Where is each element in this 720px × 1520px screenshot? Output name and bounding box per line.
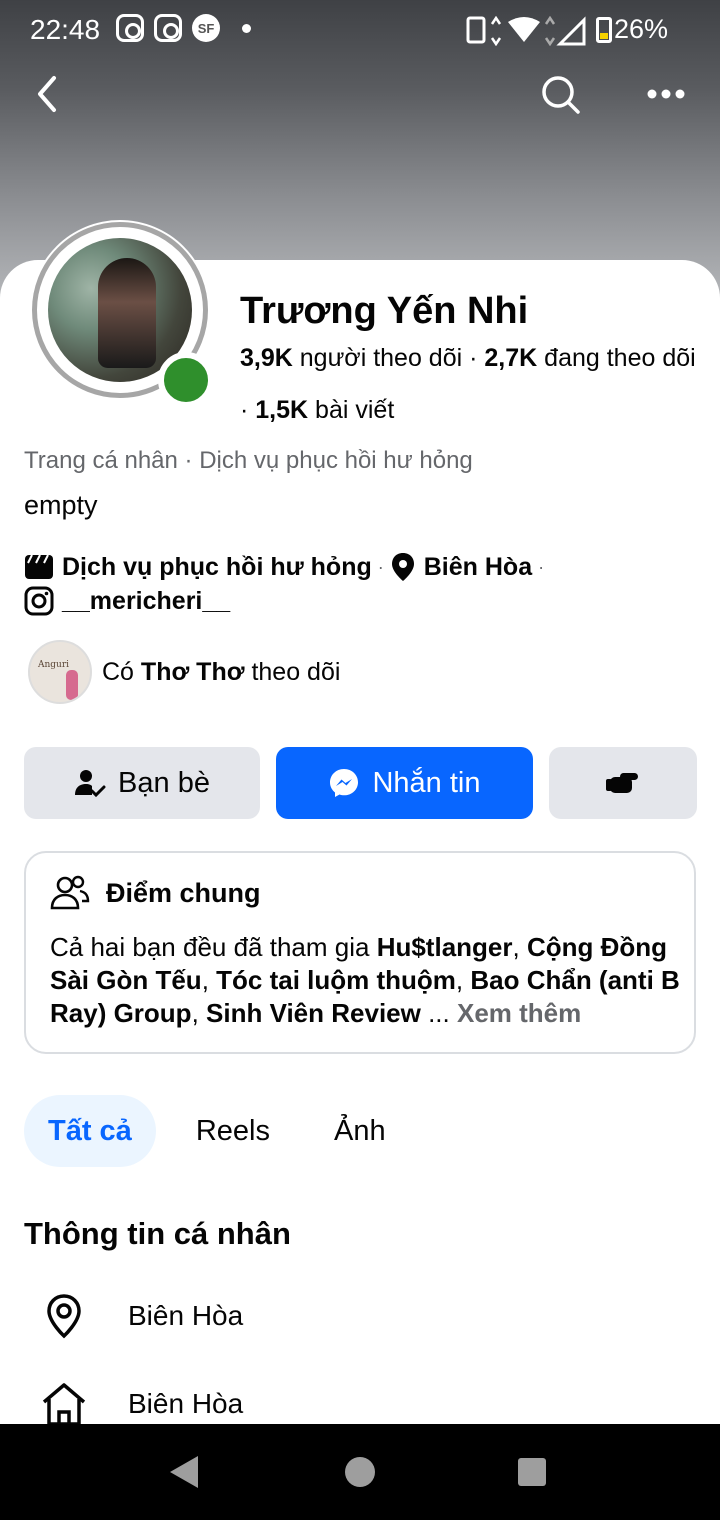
group-link[interactable]: Hu$tlanger — [377, 932, 513, 962]
following-label[interactable]: đang theo dõi — [544, 344, 696, 372]
followers-label[interactable]: người theo dõi — [300, 344, 462, 372]
friends-button[interactable]: Bạn bè — [24, 747, 260, 819]
instagram-row: __mericheri__ — [24, 586, 230, 616]
more-notifications-icon — [242, 23, 251, 33]
info-row-location: Biên Hòa — [40, 1292, 243, 1340]
info-hometown-text: Biên Hòa — [128, 1388, 244, 1419]
profile-bio: empty — [24, 490, 98, 520]
clapperboard-icon — [25, 554, 53, 579]
system-recents-icon[interactable] — [518, 1458, 546, 1486]
group-link[interactable]: Tóc tai luộm thuộm — [216, 965, 456, 995]
friend-check-icon — [75, 770, 106, 798]
signal-icons — [466, 16, 586, 46]
people-icon — [50, 875, 90, 910]
posts-stats: · 1,5K bài viết — [240, 396, 395, 424]
personal-info-title: Thông tin cá nhân — [24, 1216, 291, 1251]
instagram-notification-icon — [154, 14, 182, 42]
followed-by-prefix: Có — [102, 657, 134, 686]
see-more-link[interactable]: Xem thêm — [457, 998, 581, 1028]
follower-name[interactable]: Thơ Thơ — [141, 658, 245, 687]
notification-icons: SF — [116, 14, 251, 42]
following-count[interactable]: 2,7K — [484, 344, 537, 372]
profile-details: Dịch vụ phục hồi hư hỏng · Biên Hòa · — [24, 552, 550, 582]
online-status-indicator — [158, 352, 214, 408]
system-navigation-bar — [0, 1424, 720, 1520]
info-row-hometown: Biên Hòa — [40, 1380, 243, 1428]
system-back-icon[interactable] — [170, 1456, 198, 1488]
service-category-link[interactable]: Dịch vụ phục hồi hư hỏng — [62, 553, 372, 582]
mutual-interests-card[interactable]: Điểm chung Cả hai bạn đều đã tham gia Hu… — [24, 851, 696, 1054]
follow-stats: 3,9K người theo dõi · 2,7K đang theo dõi — [240, 344, 696, 372]
top-navigation — [0, 60, 720, 126]
followed-by-row[interactable]: Anguri Có Thơ Thơ theo dõi — [28, 640, 340, 704]
profile-category: Trang cá nhân · Dịch vụ phục hồi hư hỏng — [24, 447, 473, 474]
profile-tabs: Tất cả Reels Ảnh — [24, 1095, 426, 1167]
search-icon[interactable] — [536, 70, 584, 118]
follower-avatar[interactable]: Anguri — [28, 640, 92, 704]
back-arrow-icon[interactable] — [26, 70, 74, 118]
system-home-icon[interactable] — [345, 1457, 375, 1487]
tab-all[interactable]: Tất cả — [24, 1095, 156, 1167]
posts-count: 1,5K — [255, 396, 309, 424]
battery-icon — [596, 17, 612, 43]
mutual-groups-text: Cả hai bạn đều đã tham gia Hu$tlanger, C… — [50, 932, 680, 1028]
poke-hand-icon — [606, 773, 638, 793]
tab-photos[interactable]: Ảnh — [310, 1095, 410, 1167]
home-icon — [42, 1383, 86, 1426]
profile-name: Trương Yến Nhi — [240, 290, 529, 332]
app-notification-icon: SF — [192, 14, 220, 42]
followers-count[interactable]: 3,9K — [240, 344, 293, 372]
poke-button[interactable] — [549, 747, 697, 819]
instagram-icon — [24, 586, 54, 616]
posts-label: bài viết — [315, 396, 395, 424]
location-link[interactable]: Biên Hòa — [424, 553, 532, 582]
battery-percent: 26% — [613, 14, 668, 44]
instagram-handle-link[interactable]: __mericheri__ — [62, 587, 230, 616]
message-button-label: Nhắn tin — [372, 766, 481, 799]
instagram-notification-icon — [116, 14, 144, 42]
messenger-icon — [330, 769, 359, 797]
location-pin-icon — [391, 553, 414, 581]
more-options-icon[interactable] — [640, 70, 692, 118]
followed-by-suffix: theo dõi — [251, 657, 341, 686]
location-pin-icon — [47, 1294, 81, 1339]
tab-reels[interactable]: Reels — [172, 1095, 294, 1167]
group-link[interactable]: Sinh Viên Review — [206, 998, 421, 1028]
status-bar: 22:48 SF 26% — [0, 0, 720, 60]
mutual-title: Điểm chung — [50, 875, 261, 911]
info-location-text: Biên Hòa — [128, 1300, 244, 1331]
status-time: 22:48 — [30, 14, 101, 45]
friends-button-label: Bạn bè — [118, 766, 210, 799]
message-button[interactable]: Nhắn tin — [276, 747, 533, 819]
